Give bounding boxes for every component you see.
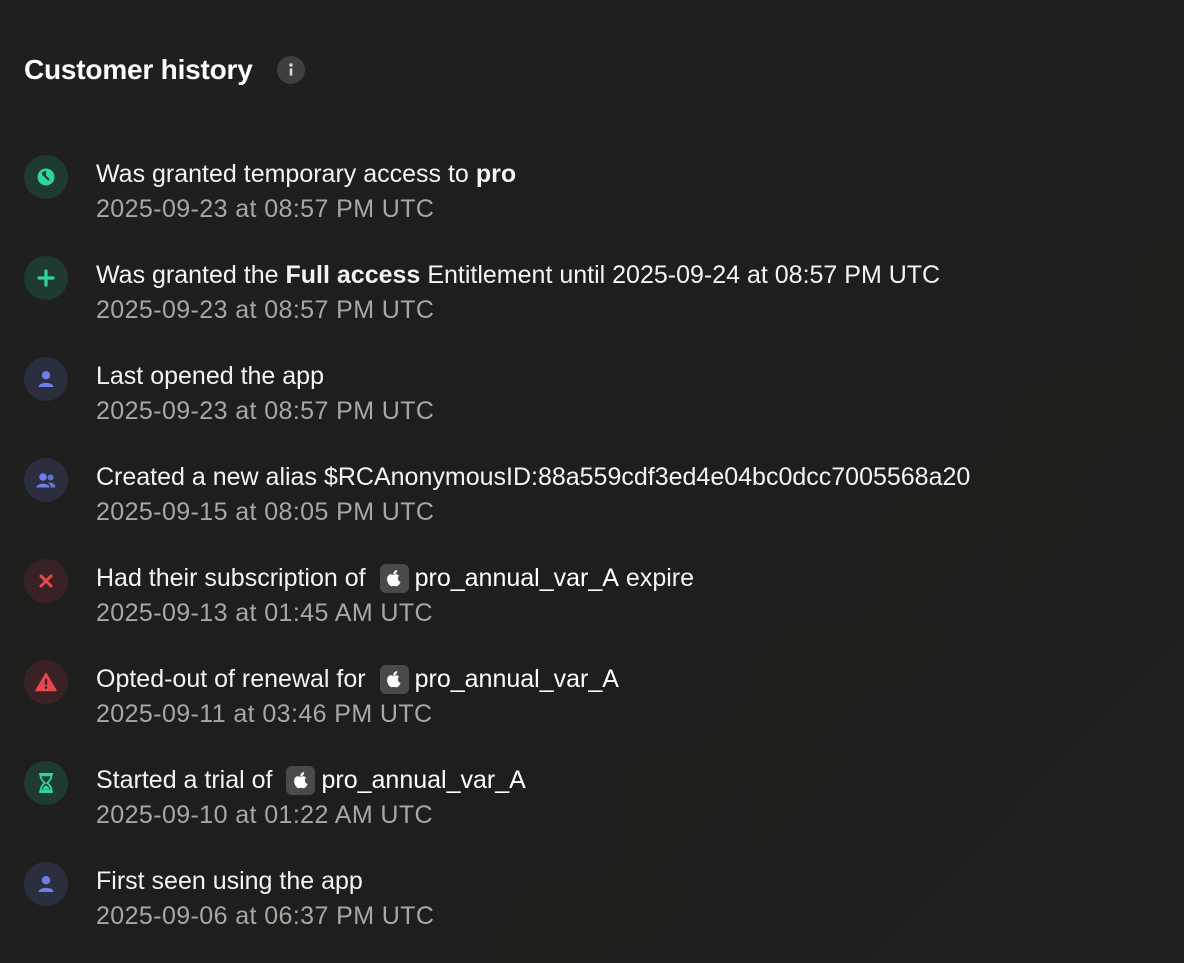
event-description-suffix: Entitlement until 2025-09-24 at 08:57 PM… (427, 261, 941, 289)
event-text: Was granted the Full access Entitlement un… (96, 258, 1164, 327)
event-description-text: Started a trial of (96, 766, 273, 794)
entitlement-link[interactable]: Full access (286, 258, 421, 292)
entitlement-link[interactable]: pro (476, 157, 516, 191)
history-timeline: Was granted temporary access to pro 2025-… (24, 155, 1164, 963)
event-timestamp: 2025-09-15 at 08:05 PM UTC (96, 498, 435, 526)
history-event: Last opened the app 2025-09-23 at 08:57 … (24, 357, 1164, 458)
product-link[interactable]: pro_annual_var_A (415, 561, 619, 595)
event-description: First seen using the app (96, 864, 1164, 898)
event-description-text: Opted-out of renewal for (96, 665, 366, 693)
history-event: Created a new alias $RCAnonymousID:88a559… (24, 458, 1164, 559)
apple-icon (286, 765, 316, 795)
x-icon (24, 559, 68, 603)
event-text: Opted-out of renewal for pro_annual_var_… (96, 662, 1164, 731)
users-icon (24, 458, 68, 502)
event-text: First seen using the app 2025-09-06 at 0… (96, 864, 1164, 933)
info-icon[interactable] (276, 56, 305, 84)
event-description: Was granted the Full access Entitlement un… (96, 258, 1164, 292)
timer-icon (24, 155, 68, 199)
event-text: Was granted temporary access to pro 2025-… (96, 157, 1164, 226)
hourglass-icon (24, 761, 68, 805)
event-description-text: Created a new alias (96, 463, 317, 491)
event-description-text: Had their subscription of (96, 564, 366, 592)
history-event: Opted-out of renewal for pro_annual_var_… (24, 660, 1164, 761)
plus-icon (24, 256, 68, 300)
event-description: Last opened the app (96, 359, 1164, 393)
event-description: Opted-out of renewal for pro_annual_var_… (96, 662, 1164, 696)
event-description: Started a trial of pro_annual_var_A (96, 763, 1164, 797)
alias-value: $RCAnonymousID:88a559cdf3ed4e04bc0dcc700… (323, 463, 971, 491)
event-description-suffix: expire (625, 564, 695, 592)
history-event: Started a trial of pro_annual_var_A 2025… (24, 761, 1164, 862)
event-description: Had their subscription of pro_annual_var… (96, 561, 1164, 595)
user-icon (24, 862, 68, 906)
event-timestamp: 2025-09-06 at 06:37 PM UTC (96, 902, 435, 930)
event-text: Had their subscription of pro_annual_var… (96, 561, 1164, 630)
apple-icon (379, 563, 409, 593)
event-description: Was granted temporary access to pro (96, 157, 1164, 191)
event-timestamp: 2025-09-23 at 08:57 PM UTC (96, 195, 435, 223)
event-timestamp: 2025-09-11 at 03:46 PM UTC (96, 700, 433, 728)
history-event: Had their subscription of pro_annual_var… (24, 559, 1164, 660)
history-event: Was granted temporary access to pro 2025-… (24, 155, 1164, 256)
user-icon (24, 357, 68, 401)
event-text: Created a new alias $RCAnonymousID:88a559… (96, 460, 1164, 529)
product-link[interactable]: pro_annual_var_A (321, 763, 525, 797)
section-header: Customer history (24, 50, 305, 90)
event-description-text: Was granted temporary access to (96, 160, 469, 188)
event-description-text: First seen using the app (96, 867, 363, 895)
apple-icon (379, 664, 409, 694)
history-event: First seen using the app 2025-09-06 at 0… (24, 862, 1164, 963)
event-timestamp: 2025-09-23 at 08:57 PM UTC (96, 296, 435, 324)
event-description-text: Was granted the (96, 261, 279, 289)
event-description-text: Last opened the app (96, 362, 324, 390)
customer-history-panel: Customer history Was granted temporary a… (0, 0, 1184, 962)
event-text: Started a trial of pro_annual_var_A 2025… (96, 763, 1164, 832)
event-text: Last opened the app 2025-09-23 at 08:57 … (96, 359, 1164, 428)
product-link[interactable]: pro_annual_var_A (415, 662, 619, 696)
event-timestamp: 2025-09-23 at 08:57 PM UTC (96, 397, 435, 425)
history-event: Was granted the Full access Entitlement un… (24, 256, 1164, 357)
section-title: Customer history (24, 54, 253, 85)
event-timestamp: 2025-09-13 at 01:45 AM UTC (96, 599, 433, 627)
event-description: Created a new alias $RCAnonymousID:88a559… (96, 460, 1164, 494)
event-timestamp: 2025-09-10 at 01:22 AM UTC (96, 801, 433, 829)
warning-icon (24, 660, 68, 704)
